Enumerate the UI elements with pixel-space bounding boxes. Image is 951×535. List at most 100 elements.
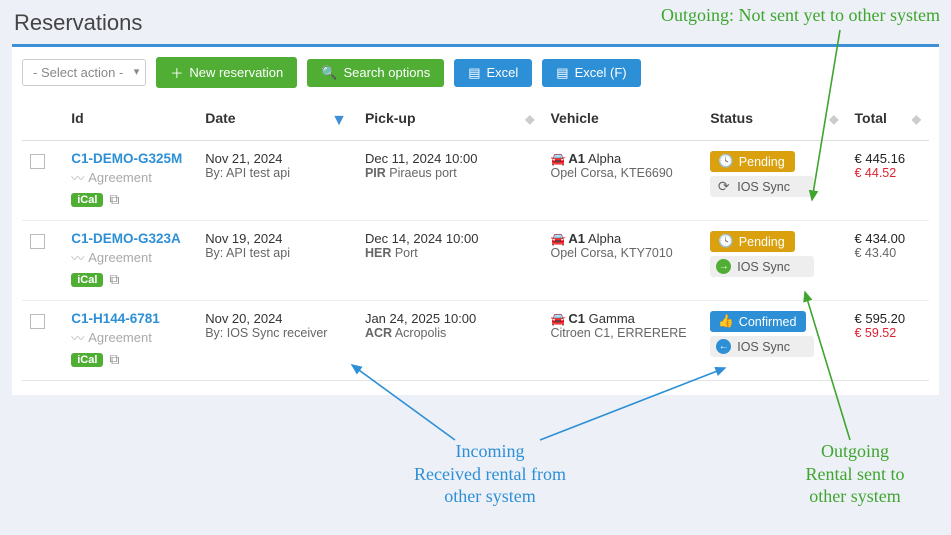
table-row: C1-DEMO-G325M 〰 Agreement iCal ⧉ Nov 21, 2024… [22, 141, 929, 221]
page-title: Reservations [0, 0, 951, 38]
total-amount: € 595.20 [855, 311, 922, 326]
status-icon: 👍 [718, 314, 734, 329]
signature-icon: 〰 [71, 328, 84, 347]
row-checkbox[interactable] [30, 314, 45, 329]
excel-button[interactable]: ▤ Excel [454, 59, 532, 87]
agreement-line: 〰 Agreement [71, 248, 189, 267]
reservations-table: Id Date ▼ Pick-up ◆ Vehicle Status ◆ Tot… [22, 98, 929, 381]
col-total[interactable]: Total ◆ [847, 98, 930, 141]
sort-desc-icon: ▼ [331, 112, 347, 130]
pickup-date: Dec 14, 2024 10:00 [365, 231, 535, 246]
anno-line: other system [444, 486, 536, 506]
col-status[interactable]: Status ◆ [702, 98, 846, 141]
date-value: Nov 20, 2024 [205, 311, 349, 326]
ios-sync-badge[interactable]: → IOS Sync [710, 256, 814, 277]
col-date-label: Date [205, 110, 235, 126]
status-icon: 🕓 [718, 234, 734, 249]
total-amount: € 434.00 [855, 231, 922, 246]
vehicle-detail: Opel Corsa, KTE6690 [550, 166, 694, 180]
agreement-line: 〰 Agreement [71, 168, 189, 187]
search-options-button[interactable]: 🔍 Search options [307, 59, 444, 87]
sort-icon: ◆ [829, 112, 838, 126]
search-options-label: Search options [343, 65, 430, 80]
reservation-id-link[interactable]: C1-H144-6781 [71, 311, 189, 326]
sync-refresh-icon: ⟳ [716, 179, 731, 194]
ios-sync-badge[interactable]: ⟳ IOS Sync [710, 176, 814, 197]
total-sub-amount: € 43.40 [855, 246, 922, 260]
ical-badge[interactable]: iCal [71, 273, 103, 287]
col-pickup[interactable]: Pick-up ◆ [357, 98, 543, 141]
anno-line: Outgoing [821, 441, 889, 461]
status-badge: 🕓Pending [710, 231, 794, 252]
pickup-location: ACR Acropolis [365, 326, 535, 340]
pickup-date: Jan 24, 2025 10:00 [365, 311, 535, 326]
sort-icon: ◆ [912, 112, 921, 126]
date-value: Nov 19, 2024 [205, 231, 349, 246]
anno-line: Incoming [456, 441, 525, 461]
ical-badge[interactable]: iCal [71, 353, 103, 367]
copy-icon[interactable]: ⧉ [109, 271, 119, 288]
reservation-id-link[interactable]: C1-DEMO-G325M [71, 151, 189, 166]
reservations-panel: - Select action - ＋ New reservation 🔍 Se… [12, 44, 939, 395]
sync-outgoing-icon: → [716, 259, 731, 274]
row-checkbox[interactable] [30, 234, 45, 249]
total-sub-amount: € 44.52 [855, 166, 922, 180]
excel-f-label: Excel (F) [575, 65, 627, 80]
agreement-label: Agreement [88, 170, 152, 185]
table-header-row: Id Date ▼ Pick-up ◆ Vehicle Status ◆ Tot… [22, 98, 929, 141]
annotation-outgoing-sent: Outgoing Rental sent to other system [770, 440, 940, 508]
pickup-location: PIR Piraeus port [365, 166, 535, 180]
table-row: C1-DEMO-G323A 〰 Agreement iCal ⧉ Nov 19, 2024… [22, 221, 929, 301]
table-row: C1-H144-6781 〰 Agreement iCal ⧉ Nov 20, 2024B… [22, 301, 929, 381]
signature-icon: 〰 [71, 248, 84, 267]
col-id[interactable]: Id [63, 98, 197, 141]
pickup-date: Dec 11, 2024 10:00 [365, 151, 535, 166]
vehicle-detail: Opel Corsa, KTY7010 [550, 246, 694, 260]
agreement-label: Agreement [88, 330, 152, 345]
col-checkbox [22, 98, 63, 141]
toolbar: - Select action - ＋ New reservation 🔍 Se… [22, 57, 929, 88]
col-status-label: Status [710, 110, 753, 126]
pickup-location: HER Port [365, 246, 535, 260]
col-pickup-label: Pick-up [365, 110, 416, 126]
excel-icon: ▤ [468, 65, 480, 81]
total-amount: € 445.16 [855, 151, 922, 166]
ios-sync-label: IOS Sync [737, 260, 790, 274]
status-badge: 🕓Pending [710, 151, 794, 172]
anno-line: Rental sent to [806, 464, 905, 484]
by-line: By: API test api [205, 246, 349, 260]
select-action-dropdown[interactable]: - Select action - [22, 59, 146, 86]
excel-icon: ▤ [556, 65, 568, 81]
excel-label: Excel [487, 65, 519, 80]
anno-line: Received rental from [414, 464, 566, 484]
car-icon: 🚘 [550, 152, 565, 166]
status-badge: 👍Confirmed [710, 311, 806, 332]
date-value: Nov 21, 2024 [205, 151, 349, 166]
reservation-id-link[interactable]: C1-DEMO-G323A [71, 231, 189, 246]
row-checkbox[interactable] [30, 154, 45, 169]
new-reservation-button[interactable]: ＋ New reservation [156, 57, 297, 88]
ical-badge[interactable]: iCal [71, 193, 103, 207]
car-icon: 🚘 [550, 312, 565, 326]
col-date[interactable]: Date ▼ [197, 98, 357, 141]
signature-icon: 〰 [71, 168, 84, 187]
col-vehicle[interactable]: Vehicle [542, 98, 702, 141]
ios-sync-label: IOS Sync [737, 340, 790, 354]
vehicle-name: 🚘A1 Alpha [550, 231, 694, 246]
total-sub-amount: € 59.52 [855, 326, 922, 340]
agreement-line: 〰 Agreement [71, 328, 189, 347]
new-reservation-label: New reservation [189, 65, 283, 80]
sync-incoming-icon: ← [716, 339, 731, 354]
sort-icon: ◆ [525, 112, 534, 126]
col-total-label: Total [855, 110, 887, 126]
agreement-label: Agreement [88, 250, 152, 265]
ios-sync-label: IOS Sync [737, 180, 790, 194]
copy-icon[interactable]: ⧉ [109, 351, 119, 368]
by-line: By: API test api [205, 166, 349, 180]
by-line: By: IOS Sync receiver [205, 326, 349, 340]
copy-icon[interactable]: ⧉ [109, 191, 119, 208]
plus-icon: ＋ [170, 63, 183, 82]
ios-sync-badge[interactable]: ← IOS Sync [710, 336, 814, 357]
search-icon: 🔍 [321, 65, 337, 81]
excel-f-button[interactable]: ▤ Excel (F) [542, 59, 640, 87]
